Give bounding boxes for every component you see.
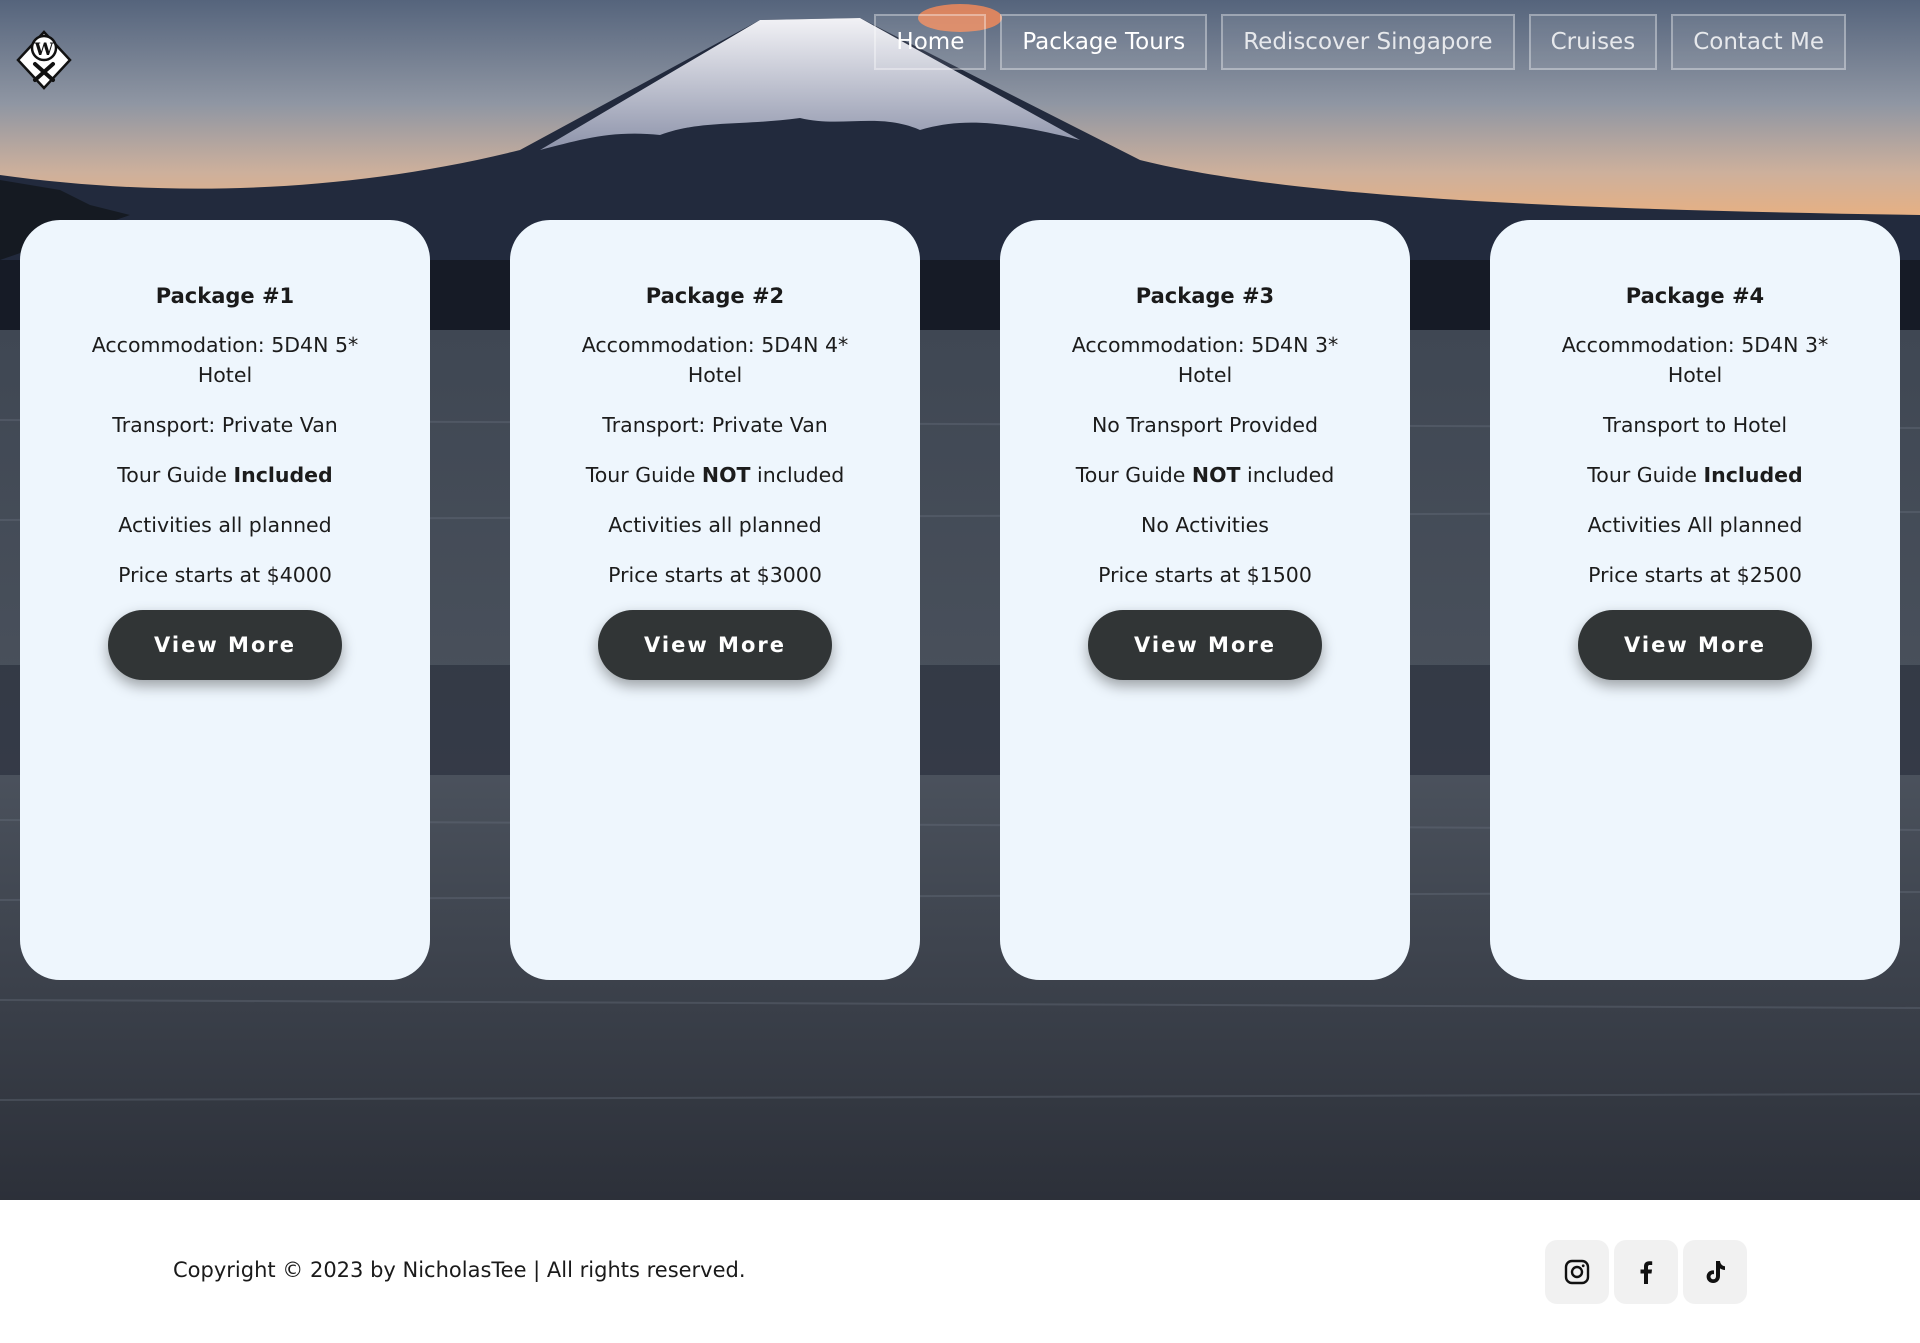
tour-guide-status: NOT xyxy=(701,463,751,487)
package-price: Price starts at $1500 xyxy=(1098,563,1312,587)
package-title: Package #3 xyxy=(1135,284,1275,308)
package-price: Price starts at $4000 xyxy=(118,563,332,587)
view-more-button[interactable]: View More xyxy=(108,610,342,680)
package-tour-guide: Tour Guide Included xyxy=(75,460,375,490)
view-more-button[interactable]: View More xyxy=(1578,610,1812,680)
package-card-3: Package #3 Accommodation: 5D4N 3* Hotel … xyxy=(1000,220,1410,980)
tour-guide-status: NOT xyxy=(1191,463,1241,487)
tiktok-link[interactable] xyxy=(1683,1240,1747,1304)
tour-guide-label: Tour Guide xyxy=(117,463,234,487)
main-nav: Home Package Tours Rediscover Singapore … xyxy=(874,14,1846,70)
package-transport: Transport: Private Van xyxy=(112,413,338,437)
logo-letter: W xyxy=(33,40,54,60)
tour-guide-label: Tour Guide xyxy=(1587,463,1704,487)
package-accommodation: Accommodation: 5D4N 3* Hotel xyxy=(1561,333,1829,387)
package-accommodation: Accommodation: 5D4N 5* Hotel xyxy=(91,333,359,387)
package-title: Package #1 xyxy=(155,284,295,308)
package-accommodation: Accommodation: 5D4N 3* Hotel xyxy=(1071,333,1339,387)
tour-guide-label: Tour Guide xyxy=(585,463,702,487)
tour-guide-status: Included xyxy=(1703,463,1803,487)
facebook-icon xyxy=(1640,1261,1653,1284)
package-cards: Package #1 Accommodation: 5D4N 5* Hotel … xyxy=(20,220,1900,980)
view-more-button[interactable]: View More xyxy=(1088,610,1322,680)
package-card-1: Package #1 Accommodation: 5D4N 5* Hotel … xyxy=(20,220,430,980)
package-price: Price starts at $2500 xyxy=(1588,563,1802,587)
tour-guide-status: Included xyxy=(233,463,333,487)
package-tour-guide: Tour Guide NOT included xyxy=(565,460,865,490)
social-links xyxy=(1545,1240,1747,1304)
package-accommodation: Accommodation: 5D4N 4* Hotel xyxy=(581,333,849,387)
instagram-icon xyxy=(1564,1259,1590,1285)
package-transport: Transport to Hotel xyxy=(1602,413,1788,437)
tiktok-icon xyxy=(1706,1261,1725,1283)
package-tour-guide: Tour Guide NOT included xyxy=(1055,460,1355,490)
copyright-text: Copyright © 2023 by NicholasTee | All ri… xyxy=(173,1258,746,1282)
tour-guide-suffix: included xyxy=(1240,463,1335,487)
nav-contact-me[interactable]: Contact Me xyxy=(1671,14,1846,70)
package-title: Package #2 xyxy=(645,284,785,308)
instagram-link[interactable] xyxy=(1545,1240,1609,1304)
package-activities: Activities All planned xyxy=(1587,513,1803,537)
package-transport: Transport: Private Van xyxy=(602,413,828,437)
package-transport: No Transport Provided xyxy=(1091,413,1319,437)
site-footer: Copyright © 2023 by NicholasTee | All ri… xyxy=(0,1200,1920,1343)
nav-package-tours[interactable]: Package Tours xyxy=(1000,14,1208,70)
facebook-link[interactable] xyxy=(1614,1240,1678,1304)
package-activities: No Activities xyxy=(1141,513,1269,537)
site-logo[interactable]: W xyxy=(16,28,72,92)
package-title: Package #4 xyxy=(1625,284,1765,308)
view-more-button[interactable]: View More xyxy=(598,610,832,680)
package-price: Price starts at $3000 xyxy=(608,563,822,587)
wx-diamond-logo-icon: W xyxy=(16,30,72,90)
tour-guide-label: Tour Guide xyxy=(1075,463,1192,487)
tour-guide-suffix: included xyxy=(750,463,845,487)
nav-home[interactable]: Home xyxy=(874,14,987,70)
package-tour-guide: Tour Guide Included xyxy=(1545,460,1845,490)
package-activities: Activities all planned xyxy=(118,513,332,537)
package-card-2: Package #2 Accommodation: 5D4N 4* Hotel … xyxy=(510,220,920,980)
package-card-4: Package #4 Accommodation: 5D4N 3* Hotel … xyxy=(1490,220,1900,980)
package-activities: Activities all planned xyxy=(608,513,822,537)
nav-cruises[interactable]: Cruises xyxy=(1528,14,1658,70)
nav-rediscover-singapore[interactable]: Rediscover Singapore xyxy=(1221,14,1515,70)
